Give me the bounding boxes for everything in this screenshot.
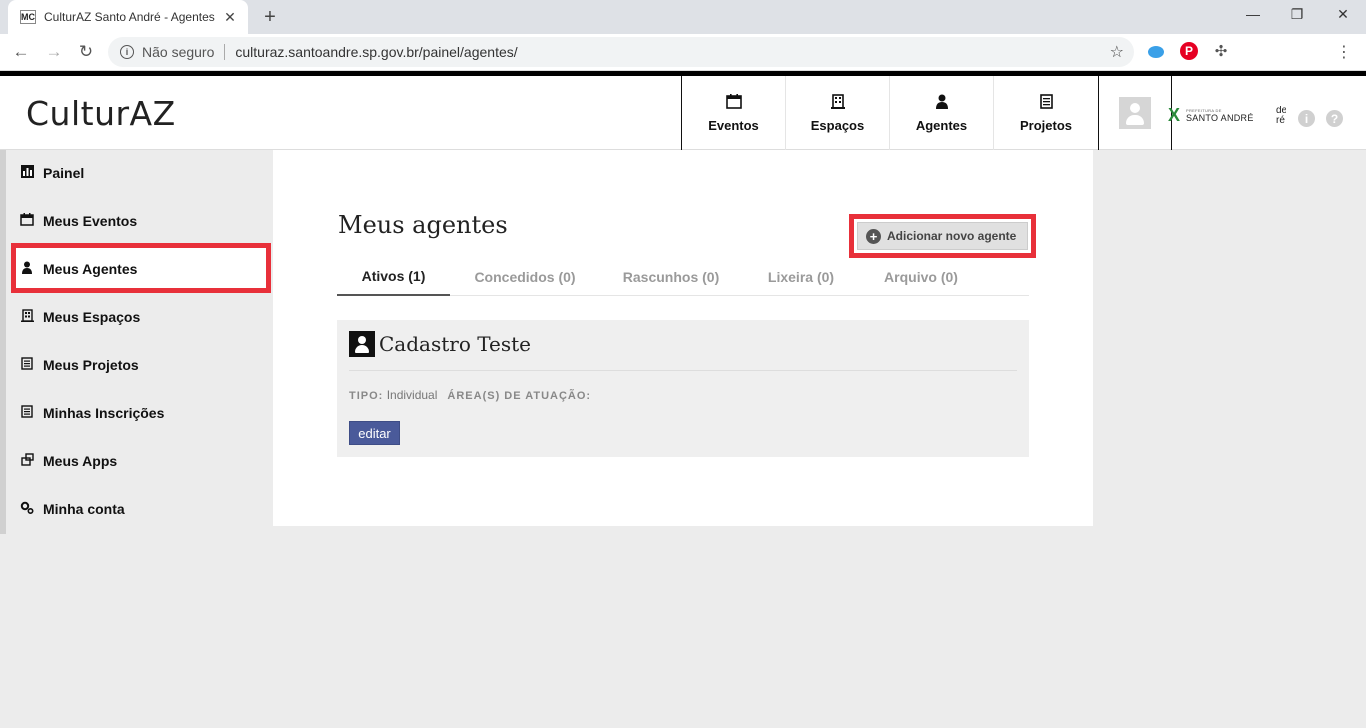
tab-arquivo[interactable]: Arquivo (0) (867, 257, 975, 296)
card-divider (349, 370, 1017, 371)
nav-label: Projetos (1019, 117, 1072, 133)
close-window-icon[interactable]: ✕ (1333, 6, 1353, 23)
gear-icon (20, 501, 34, 517)
apps-icon (20, 453, 34, 469)
bookmark-star-icon[interactable]: ☆ (1110, 42, 1124, 62)
tab-title: CulturAZ Santo André - Agentes (44, 10, 215, 24)
edit-button[interactable]: editar (349, 421, 400, 445)
browser-tabstrip: MC CulturAZ Santo André - Agentes ✕ + — … (0, 0, 1366, 34)
prefeitura-emblem-icon: X (1168, 105, 1181, 125)
agent-tabs: Ativos (1) Concedidos (0) Rascunhos (0) … (337, 257, 1029, 296)
building-icon (20, 309, 34, 325)
user-avatar[interactable] (1119, 97, 1151, 129)
main-nav: Eventos Espaços Agentes Projetos (681, 76, 1099, 150)
prefeitura-brand: SANTO ANDRÉ (1186, 112, 1254, 123)
browser-menu-icon[interactable]: ⋮ (1336, 42, 1352, 62)
avatar-head (1130, 103, 1140, 113)
nav-espacos[interactable]: Espaços (786, 76, 890, 150)
minimize-icon[interactable]: — (1243, 6, 1263, 22)
chart-icon (20, 165, 34, 181)
tab-concedidos[interactable]: Concedidos (0) (460, 257, 590, 296)
nav-label: Espaços (810, 117, 865, 133)
back-icon[interactable]: ← (10, 42, 32, 62)
restore-icon[interactable]: ❐ (1287, 6, 1307, 23)
person-icon (20, 261, 34, 277)
page-title: Meus agentes (338, 211, 508, 239)
url-text[interactable]: culturaz.santoandre.sp.gov.br/painel/age… (235, 44, 1109, 60)
agent-card: Cadastro Teste TIPO: Individual ÁREA(S) … (337, 320, 1029, 457)
sidebar-item-label: Minhas Inscrições (43, 405, 165, 421)
calendar-icon (20, 213, 34, 229)
sidebar-item-label: Minha conta (43, 501, 125, 517)
agent-avatar-body (355, 345, 369, 353)
reload-icon[interactable]: ↻ (75, 42, 97, 62)
sidebar-item-label: Meus Eventos (43, 213, 138, 229)
not-secure-label: Não seguro (142, 44, 215, 60)
sidebar-item-meus-projetos[interactable]: Meus Projetos (20, 353, 139, 377)
nav-eventos[interactable]: Eventos (682, 76, 786, 150)
agent-avatar-icon (349, 331, 375, 357)
sidebar-item-meus-agentes[interactable]: Meus Agentes (20, 257, 137, 281)
document-icon (1039, 93, 1053, 112)
document-icon (20, 405, 34, 421)
site-logo[interactable]: CulturAZ (26, 94, 176, 133)
sidebar-item-meus-eventos[interactable]: Meus Eventos (20, 209, 137, 233)
pinterest-extension-icon[interactable]: P (1180, 42, 1198, 60)
extensions-puzzle-icon[interactable]: ✣ (1212, 42, 1230, 60)
plus-circle-icon: + (866, 228, 881, 244)
add-new-agent-button[interactable]: + Adicionar novo agente (857, 222, 1028, 250)
address-bar[interactable]: i Não seguro culturaz.santoandre.sp.gov.… (108, 37, 1134, 67)
person-icon (935, 94, 948, 112)
sidebar-item-minhas-inscricoes[interactable]: Minhas Inscrições (20, 401, 164, 425)
partner-logo-text: de ré (1276, 106, 1286, 126)
cloud-extension-icon[interactable] (1148, 46, 1164, 58)
building-icon (830, 93, 845, 112)
agent-meta: TIPO: Individual ÁREA(S) DE ATUAÇÃO: (349, 388, 591, 402)
help-circle-icon[interactable]: ? (1326, 110, 1343, 127)
prefeitura-logo[interactable]: X PREFEITURA DE SANTO ANDRÉ (1168, 104, 1254, 126)
info-icon[interactable]: i (120, 45, 134, 59)
sidebar-item-label: Meus Apps (43, 453, 118, 469)
tab-lixeira[interactable]: Lixeira (0) (753, 257, 849, 296)
app-header: CulturAZ Eventos Espaços Agentes Projeto… (0, 71, 1366, 150)
new-tab-icon[interactable]: + (260, 6, 280, 29)
tab-ativos[interactable]: Ativos (1) (337, 257, 450, 296)
prefeitura-text: PREFEITURA DE SANTO ANDRÉ (1186, 108, 1254, 123)
sidebar-item-label: Painel (43, 165, 85, 181)
nav-label: Agentes (915, 117, 968, 133)
calendar-icon (725, 93, 742, 112)
nav-projetos[interactable]: Projetos (994, 76, 1098, 150)
tipo-value: Individual (386, 388, 438, 402)
tipo-label: TIPO: (349, 390, 384, 402)
add-new-agent-label: Adicionar novo agente (887, 229, 1017, 243)
document-icon (20, 357, 34, 373)
sidebar: Painel Meus Eventos Meus Agentes Meus Es… (0, 150, 272, 534)
sidebar-item-label: Meus Espaços (43, 309, 141, 325)
agent-avatar-head (358, 336, 366, 344)
omnibox-separator (224, 44, 226, 60)
add-button-highlight: + Adicionar novo agente (849, 214, 1036, 258)
area-label: ÁREA(S) DE ATUAÇÃO: (447, 390, 592, 402)
sidebar-item-minha-conta[interactable]: Minha conta (20, 497, 125, 521)
main-content: Meus agentes + Adicionar novo agente Ati… (273, 150, 1093, 526)
browser-tab[interactable]: MC CulturAZ Santo André - Agentes ✕ (8, 0, 248, 34)
info-circle-icon[interactable]: i (1298, 110, 1315, 127)
agent-name-link[interactable]: Cadastro Teste (379, 332, 531, 356)
sidebar-item-label: Meus Projetos (43, 357, 139, 373)
forward-icon[interactable]: → (43, 42, 65, 62)
browser-toolbar: ← → ↻ i Não seguro culturaz.santoandre.s… (0, 34, 1366, 71)
close-tab-icon[interactable]: ✕ (222, 9, 238, 26)
sidebar-item-meus-espacos[interactable]: Meus Espaços (20, 305, 140, 329)
tab-rascunhos[interactable]: Rascunhos (0) (609, 257, 733, 296)
sidebar-item-painel[interactable]: Painel (20, 161, 84, 185)
avatar-body (1126, 115, 1144, 125)
nav-label: Eventos (708, 117, 759, 133)
tab-favicon-icon: MC (20, 10, 36, 24)
sidebar-item-meus-apps[interactable]: Meus Apps (20, 449, 117, 473)
sidebar-item-label: Meus Agentes (43, 261, 138, 277)
nav-agentes[interactable]: Agentes (890, 76, 994, 150)
